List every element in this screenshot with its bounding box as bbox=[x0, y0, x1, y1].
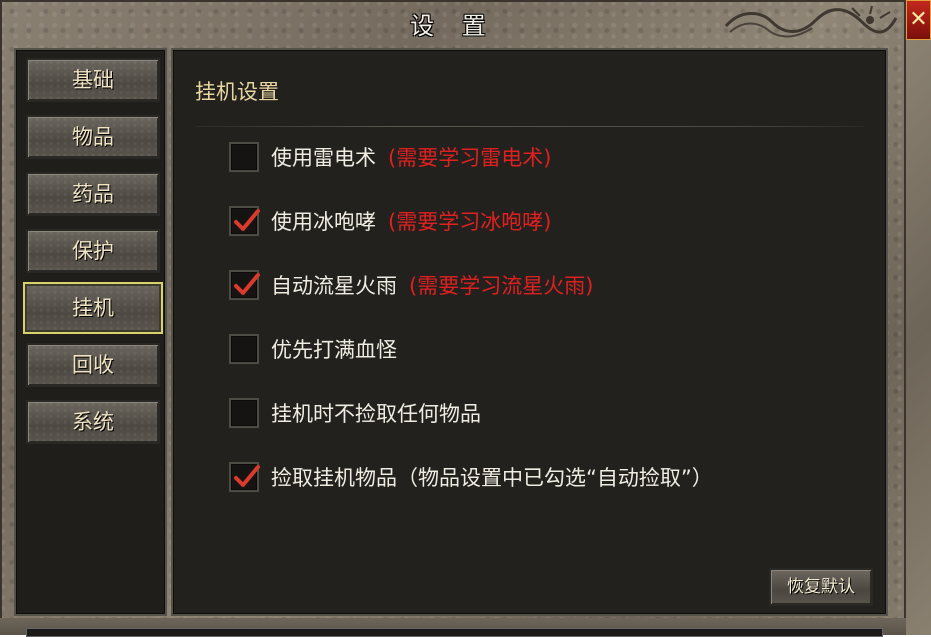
option-pickup-items[interactable]: 捡取挂机物品（物品设置中已勾选“自动捡取”） bbox=[229, 460, 713, 494]
checkbox[interactable] bbox=[229, 206, 260, 236]
option-meteor-shower[interactable]: 自动流星火雨 (需要学习流星火雨) bbox=[229, 268, 593, 302]
checkbox[interactable] bbox=[229, 270, 260, 300]
divider bbox=[195, 126, 865, 127]
option-requirement: (需要学习冰咆哮) bbox=[388, 210, 552, 234]
sidebar-item-protection[interactable]: 保护 bbox=[26, 229, 160, 273]
sidebar-item-system[interactable]: 系统 bbox=[26, 400, 160, 444]
sidebar-item-items[interactable]: 物品 bbox=[26, 115, 160, 159]
bottom-slot bbox=[26, 628, 883, 637]
frame-edge bbox=[906, 40, 931, 635]
checkmark-icon bbox=[234, 465, 260, 487]
settings-window: 设 置 基础 物品 药品 保护 挂机 回收 系统 挂机设置 使用雷电术 (需要学… bbox=[0, 0, 906, 637]
checkbox[interactable] bbox=[229, 142, 259, 172]
dragon-ornament-icon bbox=[724, 6, 898, 38]
sidebar-item-potions[interactable]: 药品 bbox=[26, 172, 160, 216]
sidebar-item-recycle[interactable]: 回收 bbox=[26, 343, 160, 387]
option-requirement: (需要学习雷电术) bbox=[388, 146, 552, 170]
option-label: 使用雷电术 bbox=[271, 146, 376, 170]
sidebar: 基础 物品 药品 保护 挂机 回收 系统 bbox=[14, 48, 167, 616]
close-button[interactable]: ✕ bbox=[906, 0, 931, 40]
option-label: 优先打满血怪 bbox=[271, 338, 397, 362]
section-title: 挂机设置 bbox=[195, 80, 279, 104]
option-no-pickup[interactable]: 挂机时不捡取任何物品 bbox=[229, 396, 481, 430]
checkbox[interactable] bbox=[229, 462, 260, 492]
restore-defaults-button[interactable]: 恢复默认 bbox=[769, 568, 873, 606]
autoplay-settings-panel: 挂机设置 使用雷电术 (需要学习雷电术) 使用冰咆哮 (需要学习冰咆哮) 自动流… bbox=[171, 48, 888, 616]
checkbox[interactable] bbox=[229, 398, 259, 428]
close-icon: ✕ bbox=[909, 7, 928, 32]
option-label: 自动流星火雨 bbox=[271, 274, 397, 298]
checkmark-icon bbox=[234, 273, 260, 295]
option-thunder[interactable]: 使用雷电术 (需要学习雷电术) bbox=[229, 140, 551, 174]
sidebar-item-basic[interactable]: 基础 bbox=[26, 58, 160, 102]
option-label: 捡取挂机物品（物品设置中已勾选“自动捡取”） bbox=[271, 466, 713, 490]
option-ice-roar[interactable]: 使用冰咆哮 (需要学习冰咆哮) bbox=[229, 204, 551, 238]
checkbox[interactable] bbox=[229, 334, 259, 364]
option-label: 挂机时不捡取任何物品 bbox=[271, 402, 481, 426]
option-label: 使用冰咆哮 bbox=[271, 210, 376, 234]
sidebar-item-autoplay[interactable]: 挂机 bbox=[23, 282, 163, 334]
option-full-hp-priority[interactable]: 优先打满血怪 bbox=[229, 332, 397, 366]
checkmark-icon bbox=[234, 209, 260, 231]
option-requirement: (需要学习流星火雨) bbox=[409, 274, 594, 298]
